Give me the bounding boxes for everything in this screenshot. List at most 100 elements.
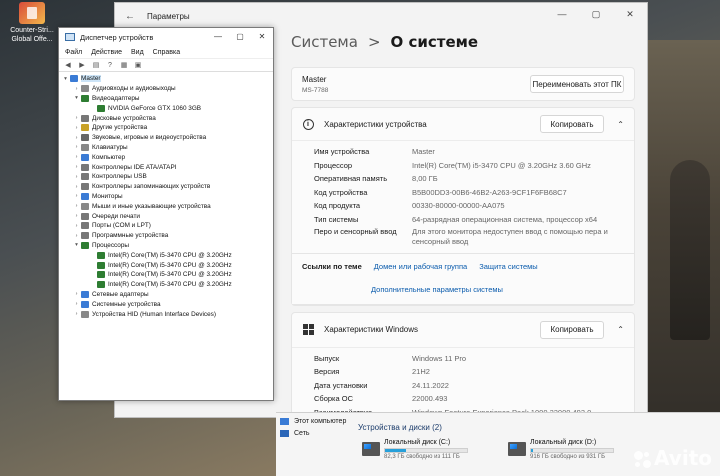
drive-c[interactable]: Локальный диск (C:) 82,3 ГБ свободно из … <box>362 439 468 460</box>
menu-bar: Файл Действие Вид Справка <box>59 46 273 58</box>
tree-node[interactable]: › Дисковые устройства <box>61 113 273 123</box>
forward-icon[interactable]: ▶ <box>77 61 87 70</box>
tree-node[interactable]: › Устройства HID (Human Interface Devices… <box>61 309 273 319</box>
chevron-right-icon[interactable]: › <box>72 86 81 92</box>
console-icon[interactable]: ▦ <box>119 61 129 70</box>
devices-group-header[interactable]: Устройства и диски (2) <box>358 423 718 432</box>
system-protection-link[interactable]: Защита системы <box>479 262 537 271</box>
menu-action[interactable]: Действие <box>91 49 122 56</box>
chevron-right-icon[interactable]: › <box>72 233 81 239</box>
chevron-right-icon[interactable]: › <box>72 213 81 219</box>
tree-node[interactable]: Intel(R) Core(TM) i5-3470 CPU @ 3.20GHz <box>61 250 273 260</box>
advanced-system-settings-link[interactable]: Дополнительные параметры системы <box>371 285 503 294</box>
help-icon[interactable]: ? <box>105 61 115 70</box>
drive-d[interactable]: Локальный диск (D:) 916 ГБ свободно из 9… <box>508 439 614 460</box>
tree-node[interactable]: ▾ Видеоадаптеры <box>61 94 273 104</box>
tree-node[interactable]: Intel(R) Core(TM) i5-3470 CPU @ 3.20GHz <box>61 270 273 280</box>
chevron-down-icon[interactable]: ▾ <box>61 76 70 82</box>
chevron-right-icon[interactable]: › <box>72 203 81 209</box>
breadcrumb-parent[interactable]: Система <box>291 33 358 51</box>
tree-node[interactable]: NVIDIA GeForce GTX 1060 3GB <box>61 103 273 113</box>
tree-node[interactable]: › Контроллеры запоминающих устройств <box>61 182 273 192</box>
menu-help[interactable]: Справка <box>153 49 180 56</box>
wallpaper-scene <box>640 40 720 470</box>
device-icon <box>81 310 89 318</box>
tree-node[interactable]: › Программные устройства <box>61 231 273 241</box>
copy-device-specs-button[interactable]: Копировать <box>540 115 604 133</box>
chevron-right-icon[interactable]: › <box>72 311 81 317</box>
device-icon <box>81 241 89 249</box>
tree-node[interactable]: › Контроллеры USB <box>61 172 273 182</box>
chevron-right-icon[interactable]: › <box>72 174 81 180</box>
device-icon <box>97 261 105 269</box>
chevron-down-icon[interactable]: ▾ <box>72 95 81 101</box>
network-icon <box>280 429 289 437</box>
device-manager-window-controls: — ▢ ✕ <box>207 28 273 44</box>
close-icon[interactable]: ✕ <box>613 3 647 25</box>
tree-node[interactable]: › Системные устройства <box>61 299 273 309</box>
device-icon <box>97 281 105 289</box>
chevron-right-icon[interactable]: › <box>72 193 81 199</box>
minimize-icon[interactable]: — <box>545 3 579 25</box>
tree-node[interactable]: › Звуковые, игровые и видеоустройства <box>61 133 273 143</box>
minimize-icon[interactable]: — <box>207 28 229 44</box>
tree-node-label: Очереди печати <box>92 212 140 220</box>
chevron-right-icon[interactable]: › <box>72 164 81 170</box>
tree-node[interactable]: › Контроллеры IDE ATA/ATAPI <box>61 162 273 172</box>
chevron-right-icon[interactable]: › <box>72 144 81 150</box>
page-title: О системе <box>390 33 479 51</box>
tree-node-label: Мониторы <box>92 192 123 200</box>
close-icon[interactable]: ✕ <box>251 28 273 44</box>
domain-workgroup-link[interactable]: Домен или рабочая группа <box>374 262 467 271</box>
chevron-up-icon[interactable]: ⌃ <box>617 325 624 334</box>
chevron-right-icon[interactable]: › <box>72 154 81 160</box>
rename-pc-button[interactable]: Переименовать этот ПК <box>530 75 624 93</box>
spec-row: Процессор Intel(R) Core(TM) i5-3470 CPU @… <box>292 159 634 173</box>
scan-hardware-icon[interactable]: ▣ <box>133 61 143 70</box>
chevron-right-icon[interactable]: › <box>72 223 81 229</box>
device-specs-header[interactable]: i Характеристики устройства Копировать ⌃ <box>292 108 634 140</box>
menu-file[interactable]: Файл <box>65 49 82 56</box>
properties-icon[interactable]: ▤ <box>91 61 101 70</box>
device-icon <box>81 94 89 102</box>
tree-node[interactable]: Intel(R) Core(TM) i5-3470 CPU @ 3.20GHz <box>61 260 273 270</box>
tree-node[interactable]: Intel(R) Core(TM) i5-3470 CPU @ 3.20GHz <box>61 280 273 290</box>
tree-node-label: Звуковые, игровые и видеоустройства <box>92 134 207 142</box>
device-specs-table: Имя устройства Master Процессор Intel(R) C… <box>292 140 634 253</box>
tree-node[interactable]: › Сетевые адаптеры <box>61 290 273 300</box>
maximize-icon[interactable]: ▢ <box>229 28 251 44</box>
chevron-right-icon[interactable]: › <box>72 291 81 297</box>
tree-node[interactable]: › Клавиатуры <box>61 143 273 153</box>
chevron-right-icon[interactable]: › <box>72 184 81 190</box>
windows-specs-header[interactable]: Характеристики Windows Копировать ⌃ <box>292 313 634 347</box>
nav-this-pc[interactable]: Этот компьютер <box>280 415 360 427</box>
tree-node[interactable]: ▾ Master <box>61 74 273 84</box>
chevron-right-icon[interactable]: › <box>72 115 81 121</box>
tree-node[interactable]: ▾ Процессоры <box>61 241 273 251</box>
chevron-right-icon[interactable]: › <box>72 125 81 131</box>
tree-node[interactable]: › Мониторы <box>61 192 273 202</box>
tree-node[interactable]: › Порты (COM и LPT) <box>61 221 273 231</box>
desktop-shortcut-csgo[interactable]: Counter-Stri... Global Offe... <box>4 2 60 44</box>
maximize-icon[interactable]: ▢ <box>579 3 613 25</box>
explorer-nav: Этот компьютер Сеть <box>280 415 360 439</box>
settings-title: Параметры <box>147 11 190 21</box>
menu-view[interactable]: Вид <box>131 49 144 56</box>
device-icon <box>97 104 105 112</box>
tree-node[interactable]: › Аудиовходы и аудиовыходы <box>61 84 273 94</box>
copy-windows-specs-button[interactable]: Копировать <box>540 320 604 339</box>
tree-node[interactable]: › Очереди печати <box>61 211 273 221</box>
back-arrow-icon[interactable]: ← <box>125 11 139 22</box>
spec-key: Код устройства <box>314 187 368 197</box>
chevron-right-icon[interactable]: › <box>72 301 81 307</box>
chevron-right-icon[interactable]: › <box>72 135 81 141</box>
tree-node[interactable]: › Мыши и иные указывающие устройства <box>61 201 273 211</box>
tree-node[interactable]: › Другие устройства <box>61 123 273 133</box>
device-icon <box>81 222 89 230</box>
back-icon[interactable]: ◀ <box>63 61 73 70</box>
nav-network[interactable]: Сеть <box>280 427 360 439</box>
spec-value: 22000.493 <box>412 394 448 404</box>
chevron-up-icon[interactable]: ⌃ <box>617 120 624 129</box>
tree-node[interactable]: › Компьютер <box>61 152 273 162</box>
chevron-down-icon[interactable]: ▾ <box>72 242 81 248</box>
